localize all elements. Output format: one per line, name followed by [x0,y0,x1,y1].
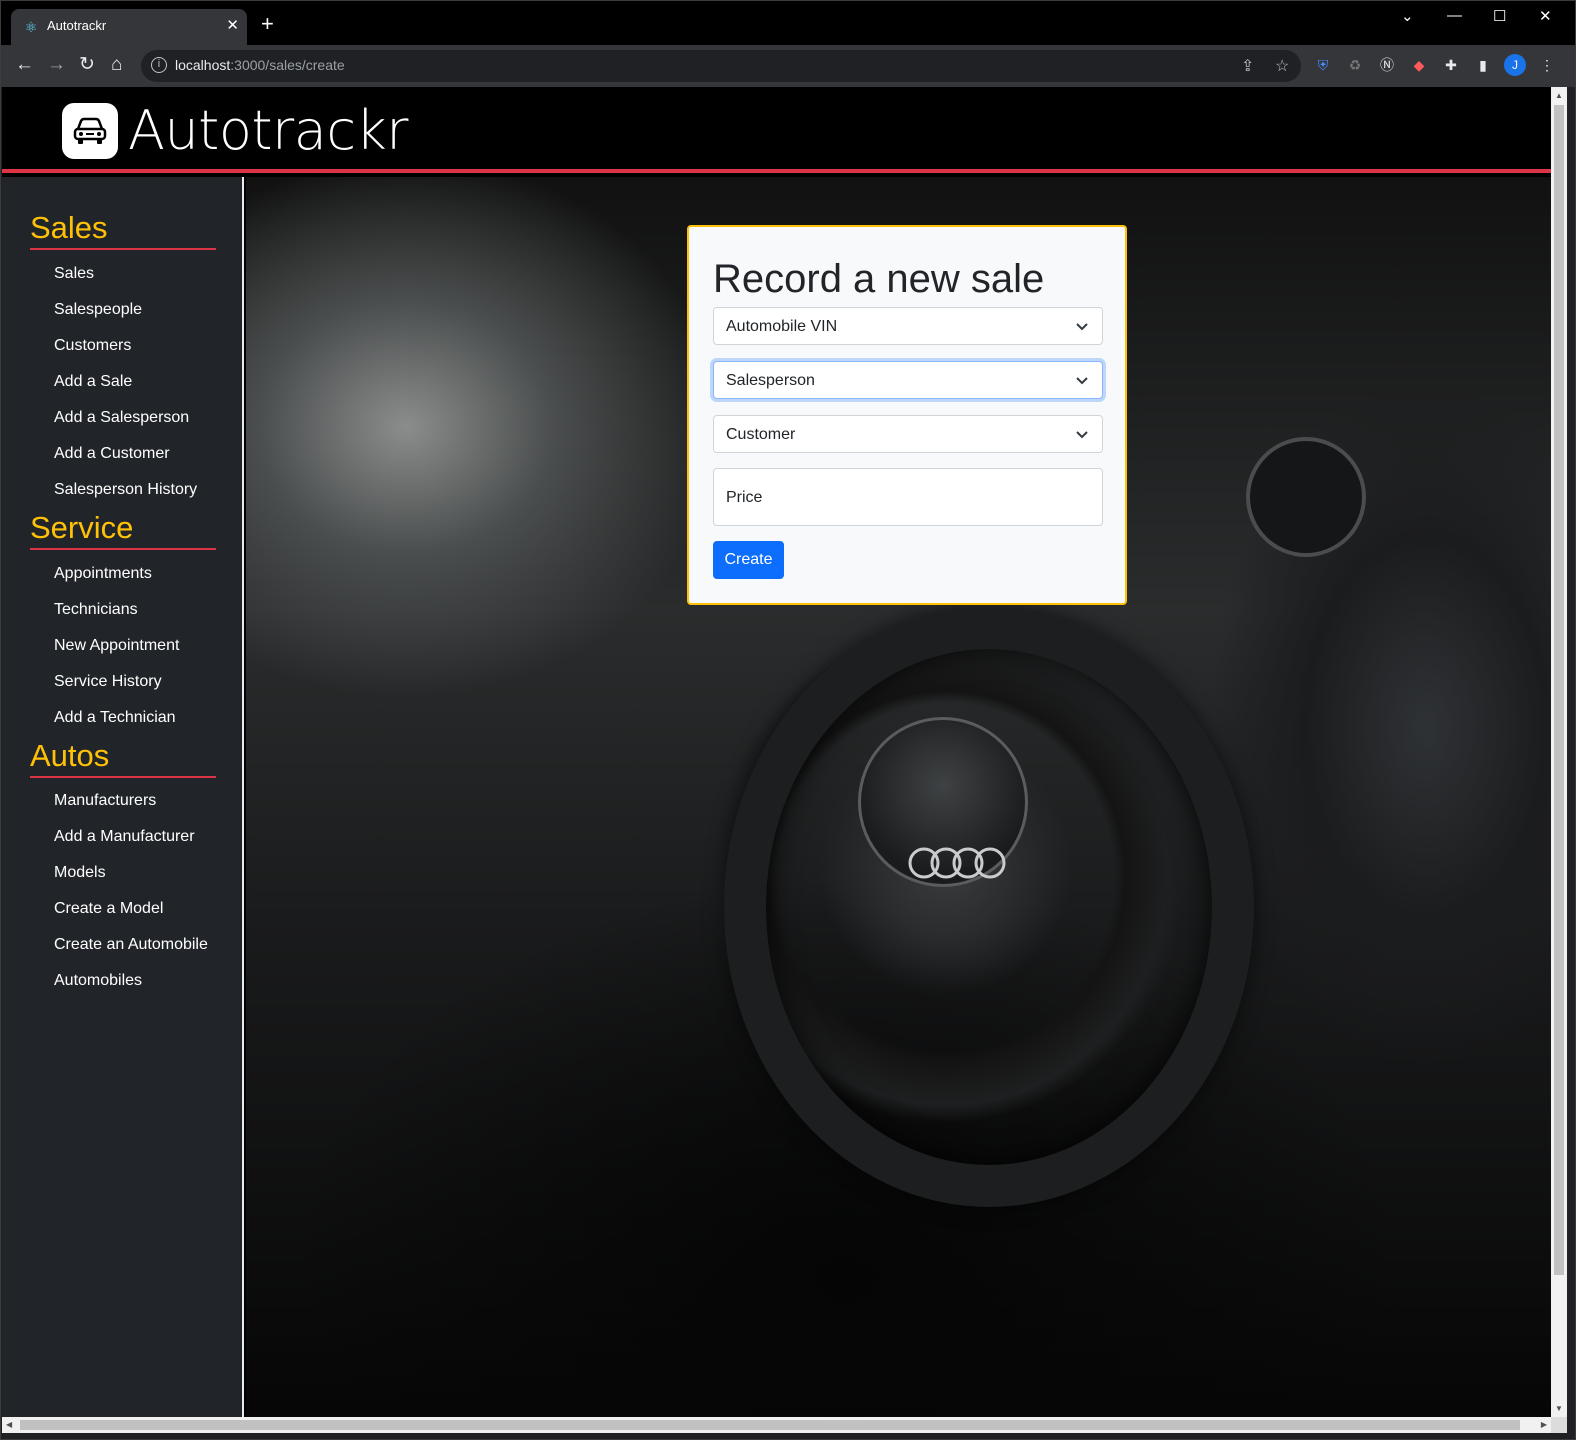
menu-kebab-icon[interactable]: ⋮ [1538,56,1556,74]
sidebar-item-technicians[interactable]: Technicians [54,600,138,620]
tab-close-icon[interactable]: ✕ [226,16,239,34]
tab-title: Autotrackr [47,18,107,33]
sidebar-item-models[interactable]: Models [54,863,106,883]
car-logo-icon[interactable] [62,103,118,159]
new-sale-form: Record a new sale Automobile VIN Salespe… [687,225,1127,605]
address-bar[interactable]: i localhost:3000/sales/create ⇪ ☆ [141,50,1301,82]
sidebar-item-customers[interactable]: Customers [54,336,131,356]
site-info-icon[interactable]: i [151,57,167,73]
sidebar-item-salesperson-history[interactable]: Salesperson History [54,480,197,500]
bitwarden-extension-icon[interactable]: ⛨ [1314,56,1332,74]
share-icon[interactable]: ⇪ [1241,56,1254,76]
price-floating-label: Price [726,489,763,506]
sidebar-item-new-appointment[interactable]: New Appointment [54,636,179,656]
scroll-left-arrow-icon[interactable]: ◀ [6,1420,12,1429]
browser-window: ⚛ Autotrackr ✕ + ⌄ — ☐ ✕ ← → ↻ ⌂ i local… [0,0,1576,1440]
chevron-down-icon [1076,431,1088,439]
notion-extension-icon[interactable]: Ⓝ [1378,56,1396,74]
chevron-down-icon [1076,377,1088,385]
back-arrow-icon[interactable]: ← [15,54,34,76]
chevron-down-icon [1076,323,1088,331]
url-text: localhost:3000/sales/create [175,57,345,73]
react-favicon-icon: ⚛ [24,19,38,35]
vertical-scrollbar[interactable]: ▲ ▼ [1551,87,1567,1417]
create-button[interactable]: Create [713,541,784,579]
sidebar-item-add-customer[interactable]: Add a Customer [54,444,170,464]
background-steering-wheel [724,607,1254,1207]
sidebar-item-sales[interactable]: Sales [54,264,94,284]
sidebar-item-add-technician[interactable]: Add a Technician [54,708,176,728]
brand-name[interactable]: Autotrackr [128,101,409,161]
forward-arrow-icon[interactable]: → [47,54,66,76]
app-header: Autotrackr [2,87,1551,173]
reload-icon[interactable]: ↻ [79,54,95,76]
salesperson-select[interactable]: Salesperson [713,361,1103,399]
scroll-right-arrow-icon[interactable]: ▶ [1541,1420,1547,1429]
extensions-puzzle-icon[interactable]: ✚ [1442,56,1460,74]
color-picker-extension-icon[interactable]: ◆ [1410,56,1428,74]
sidebar-section-service: Service [30,510,216,550]
close-window-icon[interactable]: ✕ [1539,7,1552,25]
sidebar: Sales Sales Salespeople Customers Add a … [2,177,244,1417]
browser-toolbar: ← → ↻ ⌂ i localhost:3000/sales/create ⇪ … [1,45,1575,87]
background-dashboard-gauge [1246,437,1366,557]
sidebar-item-service-history[interactable]: Service History [54,672,162,692]
background-car-logo-rings [908,847,1006,879]
sidebar-section-autos: Autos [30,738,216,778]
horizontal-scrollbar-thumb[interactable] [20,1420,1520,1430]
customer-select[interactable]: Customer [713,415,1103,453]
bookmark-star-icon[interactable]: ☆ [1275,56,1289,76]
sidebar-item-appointments[interactable]: Appointments [54,564,152,584]
horizontal-scrollbar[interactable]: ◀ ▶ [2,1417,1551,1433]
automobile-select[interactable]: Automobile VIN [713,307,1103,345]
sidebar-section-sales: Sales [30,210,216,250]
browser-tab[interactable]: ⚛ Autotrackr ✕ [11,9,247,45]
vertical-scrollbar-thumb[interactable] [1554,105,1564,1275]
maximize-icon[interactable]: ☐ [1493,7,1506,25]
web-page: Autotrackr Sales Sales Salespeople Custo… [2,87,1551,1417]
profile-avatar[interactable]: J [1504,54,1526,76]
form-title: Record a new sale [713,257,1045,301]
new-tab-icon[interactable]: + [261,13,274,35]
salesperson-select-value: Salesperson [726,372,815,389]
home-icon[interactable]: ⌂ [111,54,122,76]
scroll-up-arrow-icon[interactable]: ▲ [1555,91,1563,100]
minimize-icon[interactable]: — [1447,7,1462,24]
sidebar-item-add-manufacturer[interactable]: Add a Manufacturer [54,827,195,847]
sidebar-item-manufacturers[interactable]: Manufacturers [54,791,156,811]
side-panel-icon[interactable]: ▮ [1474,56,1492,74]
sidebar-item-add-salesperson[interactable]: Add a Salesperson [54,408,189,428]
automobile-select-value: Automobile VIN [726,318,838,335]
sidebar-item-create-model[interactable]: Create a Model [54,899,163,919]
scrollbar-corner [1551,1417,1567,1433]
customer-select-value: Customer [726,426,796,443]
tab-search-chevron-icon[interactable]: ⌄ [1401,7,1414,25]
sidebar-item-automobiles[interactable]: Automobiles [54,971,142,991]
sidebar-item-add-sale[interactable]: Add a Sale [54,372,132,392]
tab-strip: ⚛ Autotrackr ✕ + ⌄ — ☐ ✕ [1,1,1575,45]
sidebar-item-create-automobile[interactable]: Create an Automobile [54,935,208,955]
scroll-down-arrow-icon[interactable]: ▼ [1555,1404,1563,1413]
price-input[interactable]: Price [713,468,1103,526]
sidebar-item-salespeople[interactable]: Salespeople [54,300,142,320]
recycle-extension-icon[interactable]: ♻ [1346,56,1364,74]
main-content: Record a new sale Automobile VIN Salespe… [246,177,1551,1417]
